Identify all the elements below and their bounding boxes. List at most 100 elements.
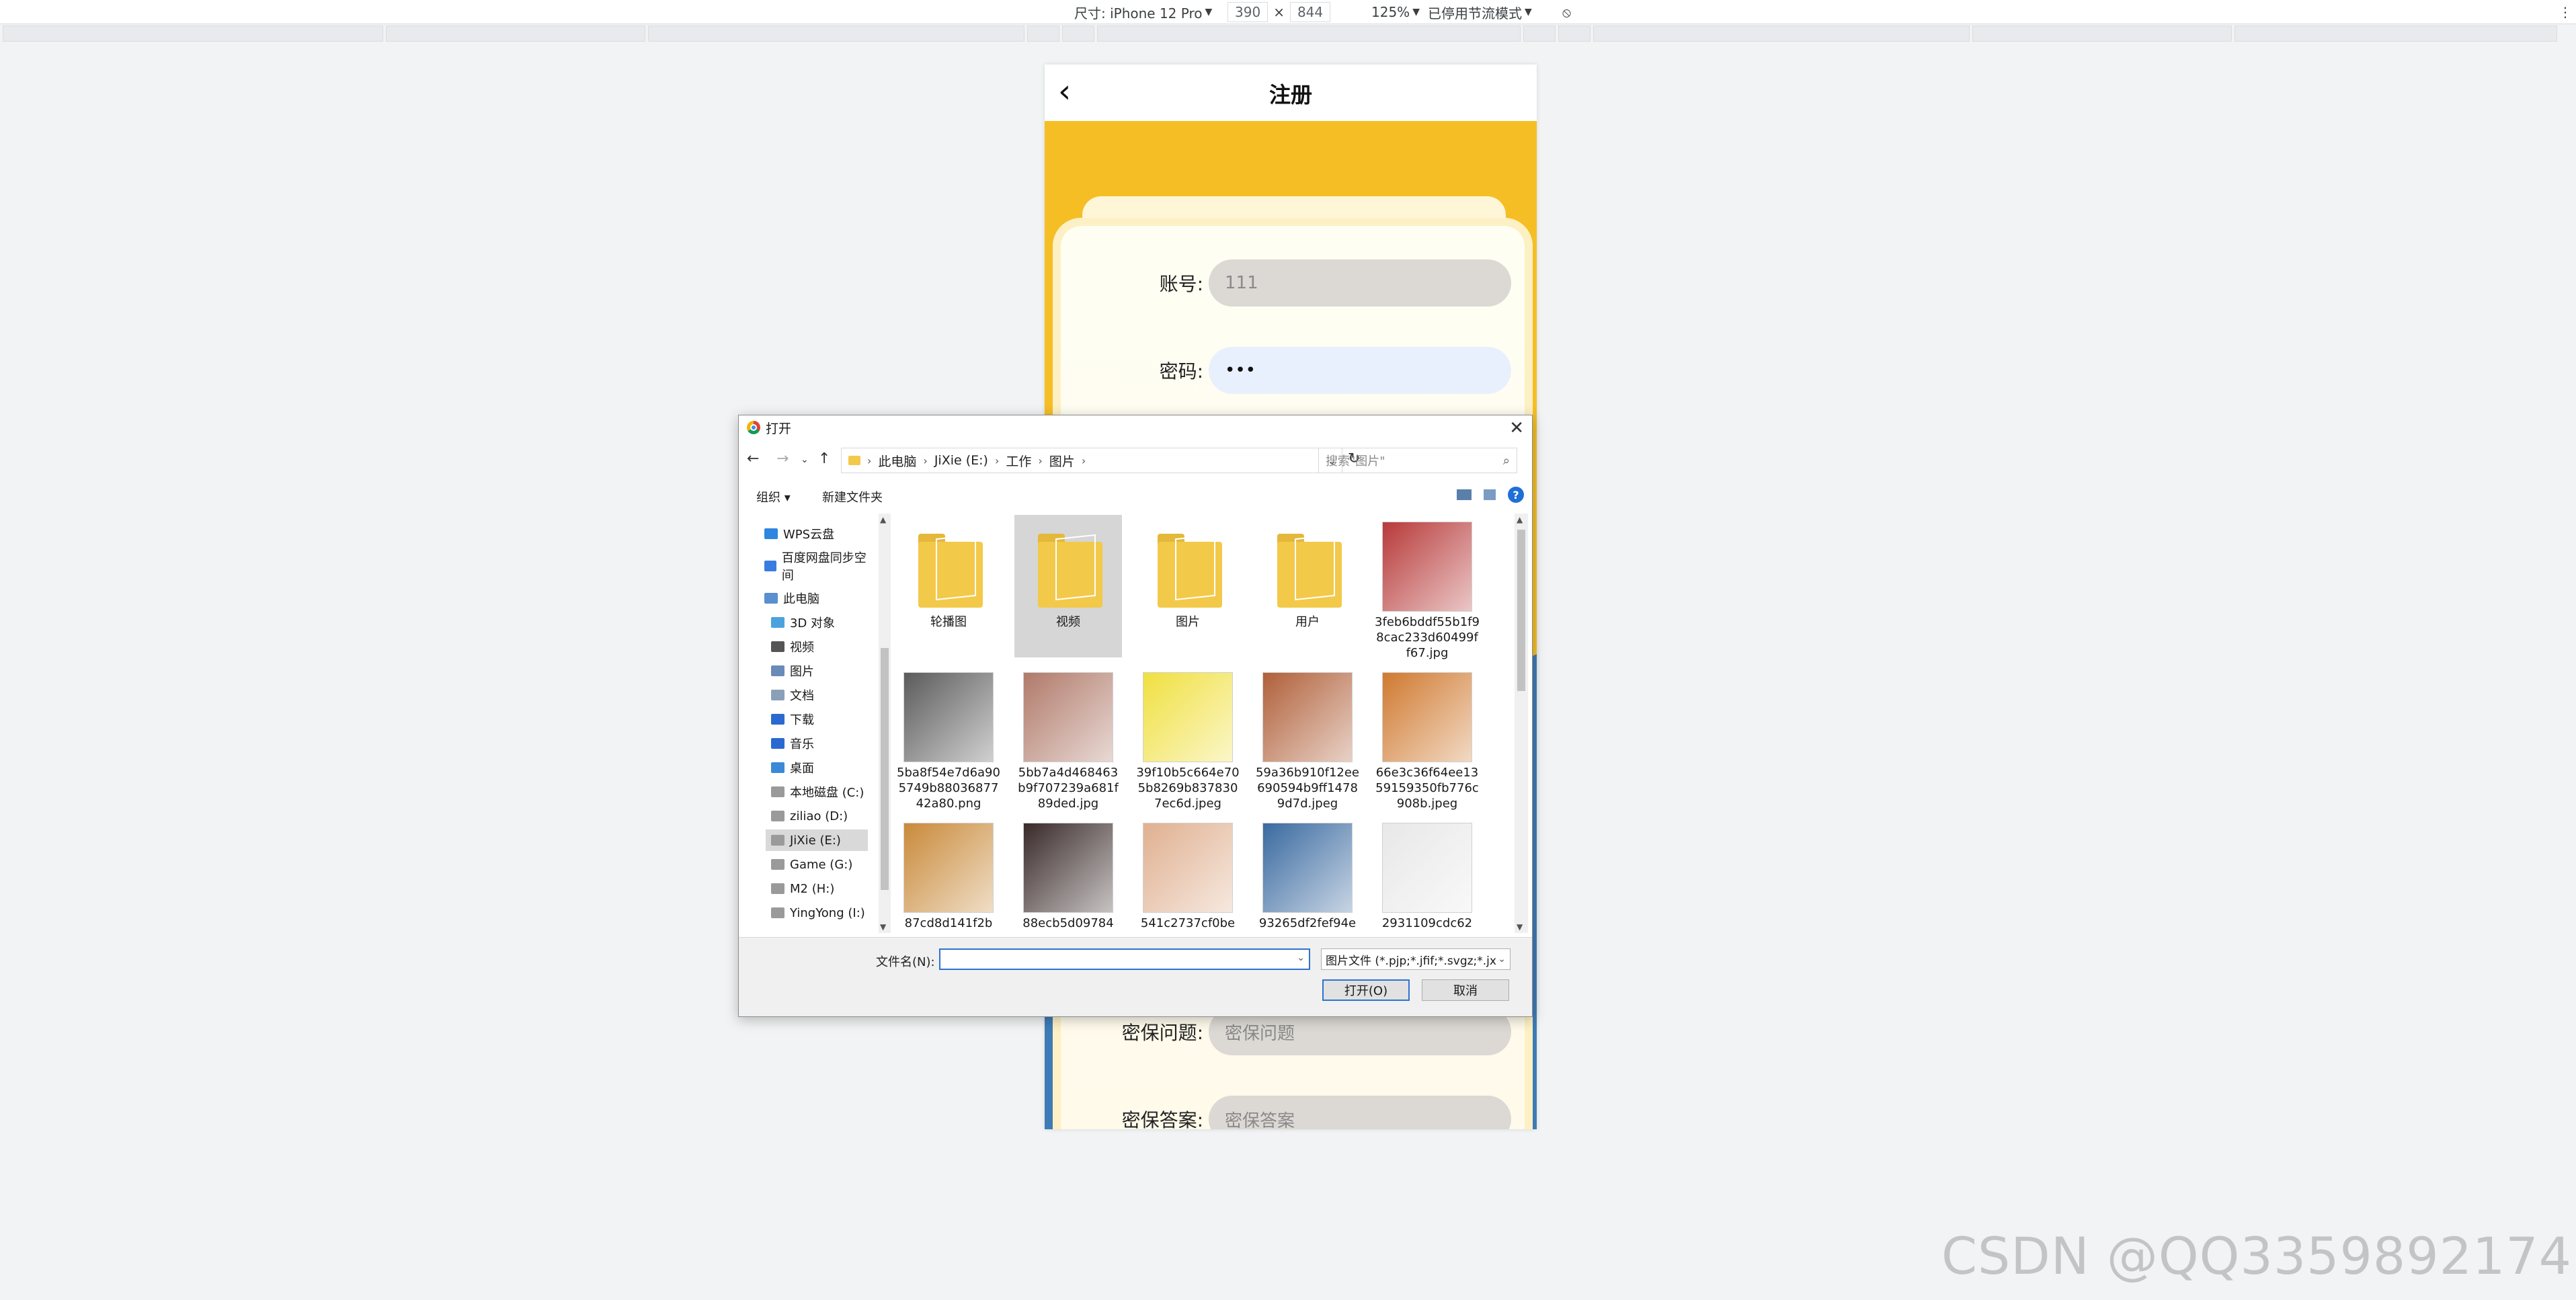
media-query-segment[interactable] [2235,26,2557,42]
nav-item[interactable]: 桌面 [766,757,868,778]
cancel-button[interactable]: 取消 [1422,979,1509,1001]
up-arrow-icon[interactable]: ↑ [818,450,830,467]
chevron-down-icon[interactable]: ⌄ [1297,952,1305,963]
navigation-scrollbar[interactable]: ▲ ▼ [879,514,891,933]
help-icon[interactable]: ? [1508,487,1524,503]
nav-item[interactable]: JiXie (E:) [766,829,868,851]
media-query-segment[interactable] [3,26,383,42]
file-item[interactable]: 88ecb5d09784 [1014,816,1122,933]
account-field: 账号: 111 [1123,259,1511,307]
view-mode-icon[interactable] [1457,489,1472,500]
security-answer-input[interactable]: 密保答案 [1209,1096,1511,1129]
account-label: 账号: [1159,273,1203,295]
nav-item[interactable]: 文档 [766,684,868,706]
rotate-icon[interactable]: ⦸ [1562,0,1571,24]
media-query-segment[interactable] [1523,26,1556,42]
nav-item[interactable]: 图片 [766,660,868,682]
file-view-scrollbar[interactable]: ▲ ▼ [1515,514,1528,933]
nav-item[interactable]: YingYong (I:) [766,902,868,924]
address-bar[interactable]: › 此电脑 › JiXie (E:) › 工作 › 图片 › ⌄ [841,448,1342,473]
recent-locations-icon[interactable]: ⌄ [801,454,809,465]
folder-item[interactable]: 视频 [1014,515,1122,657]
filename-input[interactable]: ⌄ [939,948,1310,970]
scrollbar-thumb[interactable] [1517,530,1525,691]
more-options-icon[interactable]: ⋮ [2559,0,2572,24]
scroll-up-icon[interactable]: ▲ [880,515,886,524]
file-item[interactable]: 2931109cdc62 [1373,816,1481,933]
search-input[interactable]: 搜索"图片" ⌕ [1318,448,1517,473]
cloud-icon [764,528,778,539]
chevron-down-icon: ⌄ [1498,954,1506,965]
media-query-segment[interactable] [1097,26,1521,42]
nav-item-label: 百度网盘同步空间 [781,551,867,583]
nav-item[interactable]: 下载 [766,708,868,730]
media-query-segment[interactable] [1972,26,2232,42]
file-item[interactable]: 3feb6bddf55b1f98cac233d60499ff67.jpg [1373,515,1481,660]
preview-pane-icon[interactable] [1484,489,1496,500]
folder-item[interactable]: 轮播图 [895,515,1002,657]
nav-item[interactable]: 音乐 [766,733,868,754]
nav-item[interactable]: ziliao (D:) [766,805,868,827]
search-icon: ⌕ [1502,453,1510,468]
file-item[interactable]: 87cd8d141f2b [895,816,1002,933]
download-icon [771,714,784,725]
file-item[interactable]: 66e3c36f64ee1359159350fb776c908b.jpeg [1373,665,1481,811]
media-query-segment[interactable] [386,26,645,42]
drive-icon [771,883,784,894]
nav-item[interactable]: 此电脑 [759,587,868,609]
view-controls: ? [1457,487,1524,503]
nav-item-label: 文档 [790,689,814,703]
nav-item[interactable]: 3D 对象 [766,612,868,633]
nav-item[interactable]: Game (G:) [766,854,868,875]
breadcrumb-item[interactable]: 工作 [1006,452,1031,470]
file-name: 3feb6bddf55b1f98cac233d60499ff67.jpg [1375,615,1480,660]
open-button[interactable]: 打开(O) [1322,979,1410,1001]
height-input[interactable]: 844 [1289,2,1331,22]
zoom-select[interactable]: 125% ▼ [1371,0,1420,24]
media-query-segment[interactable] [648,26,1024,42]
organize-button[interactable]: 组织 ▾ [756,488,791,505]
breadcrumb-item[interactable]: 图片 [1049,452,1075,470]
image-thumbnail [1143,672,1233,762]
scroll-down-icon[interactable]: ▼ [1517,922,1523,932]
scrollbar-thumb[interactable] [881,648,889,890]
folder-item[interactable]: 图片 [1134,515,1242,657]
chevron-down-icon: ▼ [1412,7,1420,17]
device-select[interactable]: 尺寸: iPhone 12 Pro ▼ [1074,0,1212,24]
width-input[interactable]: 390 [1227,2,1269,22]
back-arrow-icon[interactable]: ← [747,450,759,467]
account-input[interactable]: 111 [1209,259,1511,307]
file-item[interactable]: 39f10b5c664e705b8269b8378307ec6d.jpeg [1134,665,1242,811]
folder-icon [848,456,860,465]
file-type-select[interactable]: 图片文件 (*.pjp;*.jfif;*.svgz;*.jx ⌄ [1321,948,1511,970]
nav-item[interactable]: 百度网盘同步空间 [759,551,868,583]
breadcrumb-separator-icon: › [994,454,1000,467]
desktop-icon [771,762,784,773]
nav-item[interactable]: 视频 [766,636,868,657]
file-item[interactable]: 5ba8f54e7d6a905749b8803687742a80.png [895,665,1002,811]
file-item[interactable]: 541c2737cf0be [1134,816,1242,933]
nav-item[interactable]: M2 (H:) [766,878,868,899]
scroll-up-icon[interactable]: ▲ [1517,515,1523,524]
folder-item[interactable]: 用户 [1254,515,1361,657]
nav-item-label: Game (G:) [790,857,853,872]
throttle-select[interactable]: 已停用节流模式 ▼ [1428,0,1532,24]
file-item[interactable]: 5bb7a4d468463b9f707239a681f89ded.jpg [1014,665,1122,811]
dialog-footer: 文件名(N): ⌄ 图片文件 (*.pjp;*.jfif;*.svgz;*.jx… [739,937,1532,1016]
password-input[interactable]: ••• [1209,347,1511,394]
nav-item[interactable]: WPS云盘 [759,523,868,544]
media-query-segment[interactable] [1062,26,1094,42]
close-icon[interactable]: ✕ [1509,418,1524,438]
search-placeholder: 搜索"图片" [1326,454,1385,469]
media-query-segment[interactable] [1027,26,1059,42]
breadcrumb-item[interactable]: 此电脑 [878,452,916,470]
file-item[interactable]: 59a36b910f12ee690594b9ff14789d7d.jpeg [1254,665,1361,811]
media-query-segment[interactable] [1558,26,1591,42]
media-query-segment[interactable] [1593,26,1970,42]
new-folder-button[interactable]: 新建文件夹 [822,488,883,505]
breadcrumb-item[interactable]: JiXie (E:) [934,453,988,468]
forward-arrow-icon[interactable]: → [776,450,789,467]
nav-item[interactable]: 本地磁盘 (C:) [766,781,868,803]
scroll-down-icon[interactable]: ▼ [880,922,886,932]
file-item[interactable]: 93265df2fef94e [1254,816,1361,933]
